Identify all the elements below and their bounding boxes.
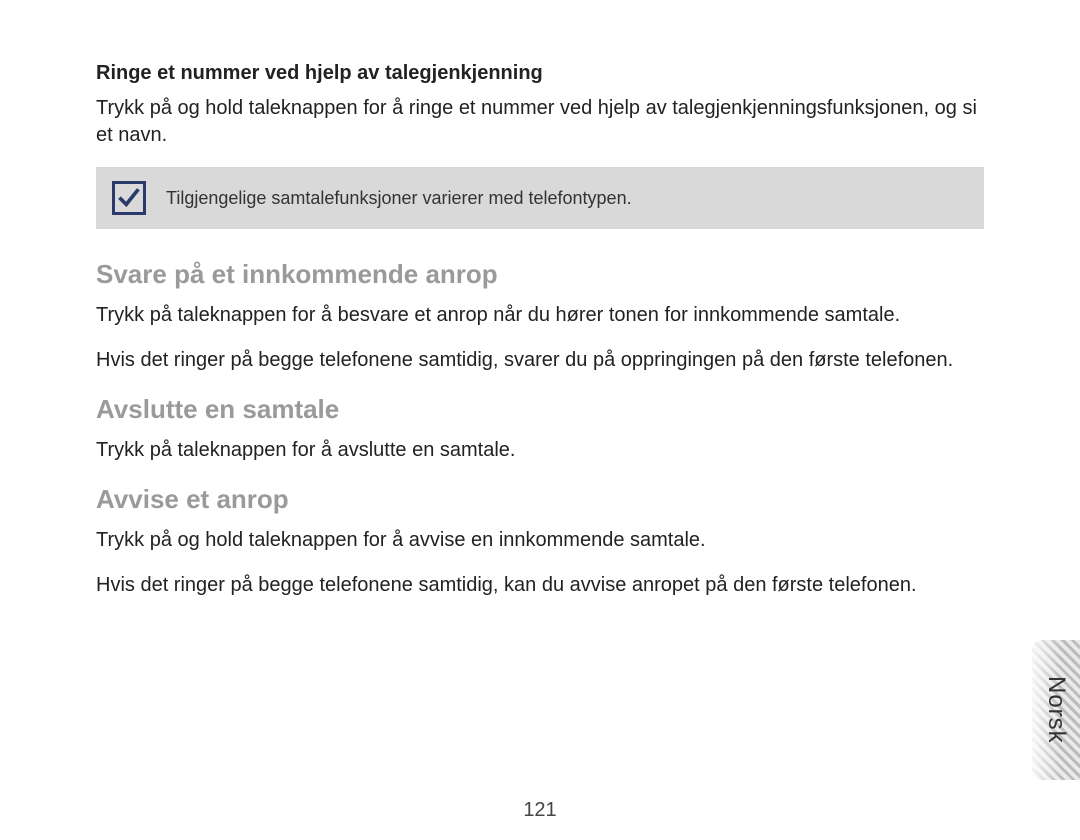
note-text: Tilgjengelige samtalefunksjoner varierer…	[166, 186, 632, 210]
answer-p2: Hvis det ringer på begge telefonene samt…	[96, 347, 984, 374]
language-tab-label: Norsk	[1042, 676, 1070, 744]
voice-dial-heading: Ringe et nummer ved hjelp av talegjenkje…	[96, 60, 984, 87]
reject-p1: Trykk på og hold taleknappen for å avvis…	[96, 527, 984, 554]
reject-p2: Hvis det ringer på begge telefonene samt…	[96, 572, 984, 599]
language-tab: Norsk	[1032, 640, 1080, 780]
end-heading: Avslutte en samtale	[96, 392, 984, 427]
end-p1: Trykk på taleknappen for å avslutte en s…	[96, 437, 984, 464]
page-content: Ringe et nummer ved hjelp av talegjenkje…	[0, 0, 1080, 599]
tab-label-wrap: Norsk	[1032, 640, 1080, 780]
answer-heading: Svare på et innkommende anrop	[96, 257, 984, 292]
manual-page: Ringe et nummer ved hjelp av talegjenkje…	[0, 0, 1080, 840]
voice-dial-body: Trykk på og hold taleknappen for å ringe…	[96, 95, 984, 149]
page-number: 121	[0, 799, 1080, 822]
note-callout: Tilgjengelige samtalefunksjoner varierer…	[96, 167, 984, 229]
checkbox-icon	[112, 181, 146, 215]
answer-p1: Trykk på taleknappen for å besvare et an…	[96, 302, 984, 329]
reject-heading: Avvise et anrop	[96, 482, 984, 517]
